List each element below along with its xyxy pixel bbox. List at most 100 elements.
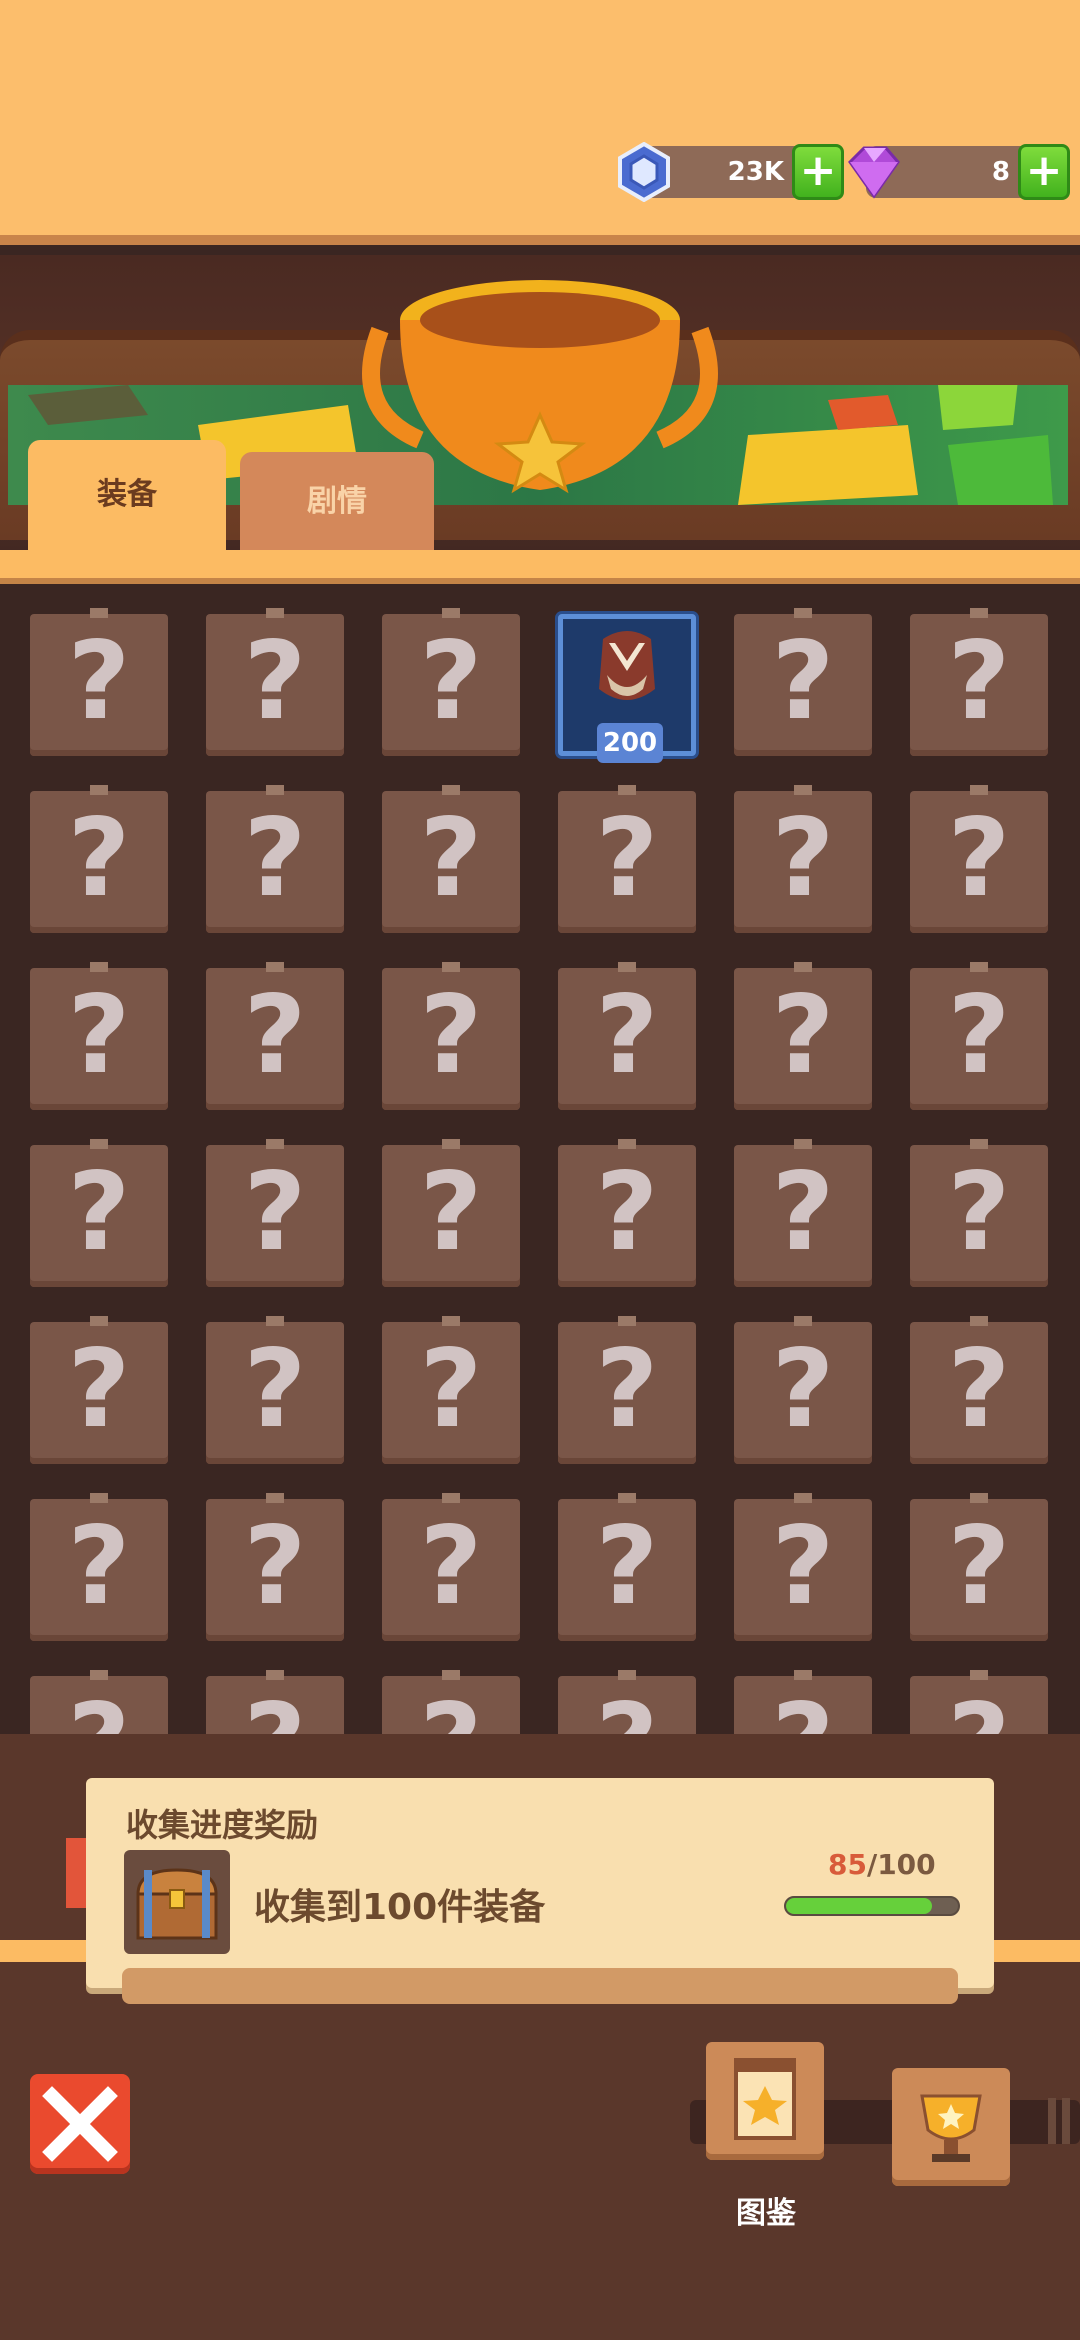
locked-card[interactable]: ? [910,785,1048,933]
equipment-grid: ??? 200??????????????????????????????????… [0,584,1080,1734]
locked-card[interactable]: ? [30,785,168,933]
codex-label: 图鉴 [736,2196,796,2231]
rail-end-mark [1048,2098,1056,2144]
locked-card[interactable]: ? [558,1316,696,1464]
locked-card[interactable]: ? [382,1139,520,1287]
coin-icon [618,142,670,202]
coin-value: 23K [727,157,784,187]
question-mark-icon: ? [419,973,483,1098]
question-mark-icon: ? [558,1676,696,1734]
collection-reward-panel[interactable]: 收集进度奖励 收集到100件装备 85/100 [86,1778,994,1988]
question-mark-icon: ? [595,1150,659,1275]
locked-card[interactable]: ? [734,1316,872,1464]
locked-card[interactable]: ? [734,785,872,933]
question-mark-icon: ? [734,1676,872,1734]
question-mark-icon: ? [419,1504,483,1629]
reward-chest-slot[interactable] [124,1850,230,1954]
question-mark-icon: ? [947,619,1011,744]
tab-ledge [0,550,1080,584]
locked-card[interactable]: ? [30,962,168,1110]
locked-card[interactable]: ? [30,1316,168,1464]
progress-bar [784,1896,960,1916]
coin-counter[interactable]: 23K + [618,142,844,202]
gem-counter[interactable]: 8 + [848,144,1070,200]
tab-equipment[interactable]: 装备 [28,440,226,555]
locked-card[interactable]: ? [206,1316,344,1464]
question-mark-icon: ? [595,796,659,921]
locked-card[interactable]: ? [558,785,696,933]
item-level-badge: 200 [597,723,663,763]
close-button[interactable] [30,2074,130,2174]
question-mark-icon: ? [67,619,131,744]
treasure-chest-icon [136,1868,218,1940]
question-mark-icon: ? [947,1327,1011,1452]
locked-card[interactable]: ? [734,962,872,1110]
reward-title: 收集进度奖励 [126,1806,319,1844]
locked-card[interactable]: ? [558,1493,696,1641]
question-mark-icon: ? [947,1504,1011,1629]
locked-card[interactable]: ? [206,1670,344,1734]
question-mark-icon: ? [419,1150,483,1275]
question-mark-icon: ? [206,1676,344,1734]
locked-card[interactable]: ? [910,1316,1048,1464]
question-mark-icon: ? [771,1327,835,1452]
locked-card[interactable]: ? [206,1493,344,1641]
locked-card[interactable]: ? [382,785,520,933]
question-mark-icon: ? [67,1150,131,1275]
locked-card[interactable]: ? [734,1670,872,1734]
question-mark-icon: ? [30,1676,168,1734]
locked-card[interactable]: ? [206,785,344,933]
question-mark-icon: ? [595,1504,659,1629]
question-mark-icon: ? [419,619,483,744]
question-mark-icon: ? [67,973,131,1098]
locked-card[interactable]: ? [382,962,520,1110]
question-mark-icon: ? [771,1150,835,1275]
add-coins-button[interactable]: + [792,144,844,200]
locked-card[interactable]: ? [910,1670,1048,1734]
gem-value: 8 [991,157,1010,187]
codex-button[interactable] [706,2042,824,2160]
locked-card[interactable]: ? [30,1139,168,1287]
locked-card[interactable]: ? [382,1493,520,1641]
codex-book-icon [734,2058,796,2140]
mask-helmet-icon [599,631,655,700]
locked-card[interactable]: ? [910,608,1048,756]
locked-card[interactable]: ? [206,1139,344,1287]
progress-current: 85 [828,1848,867,1881]
question-mark-icon: ? [67,1327,131,1452]
reward-description: 收集到100件装备 [254,1887,546,1928]
locked-card[interactable]: ? [734,608,872,756]
locked-card[interactable]: ? [734,1493,872,1641]
add-gems-button[interactable]: + [1018,144,1070,200]
question-mark-icon: ? [243,619,307,744]
question-mark-icon: ? [947,796,1011,921]
question-mark-icon: ? [771,796,835,921]
locked-card[interactable]: ? [382,608,520,756]
question-mark-icon: ? [771,619,835,744]
locked-card[interactable]: ? [382,1670,520,1734]
achievements-button[interactable] [892,2068,1010,2186]
locked-card[interactable]: ? [734,1139,872,1287]
question-mark-icon: ? [382,1676,520,1734]
tab-story[interactable]: 剧情 [240,452,434,552]
locked-card[interactable]: ? [206,962,344,1110]
locked-card[interactable]: ? [30,1493,168,1641]
trophy-icon [920,2094,982,2162]
locked-card[interactable]: ? [382,1316,520,1464]
locked-card[interactable]: ? [206,608,344,756]
locked-card[interactable]: ? [910,1139,1048,1287]
progress-text: 85/100 [828,1848,936,1881]
locked-card[interactable]: ? [558,962,696,1110]
top-bar: 23K + 8 + [0,0,1080,245]
question-mark-icon: ? [947,1150,1011,1275]
locked-card[interactable]: ? [30,1670,168,1734]
gem-icon [848,146,900,199]
locked-card[interactable]: ? [910,962,1048,1110]
equipment-card-unlocked[interactable]: 200 [558,614,696,763]
locked-card[interactable]: ? [30,608,168,756]
locked-card[interactable]: ? [558,1670,696,1734]
locked-card[interactable]: ? [558,1139,696,1287]
close-icon [42,2086,118,2162]
progress-total: /100 [866,1848,936,1881]
locked-card[interactable]: ? [910,1493,1048,1641]
